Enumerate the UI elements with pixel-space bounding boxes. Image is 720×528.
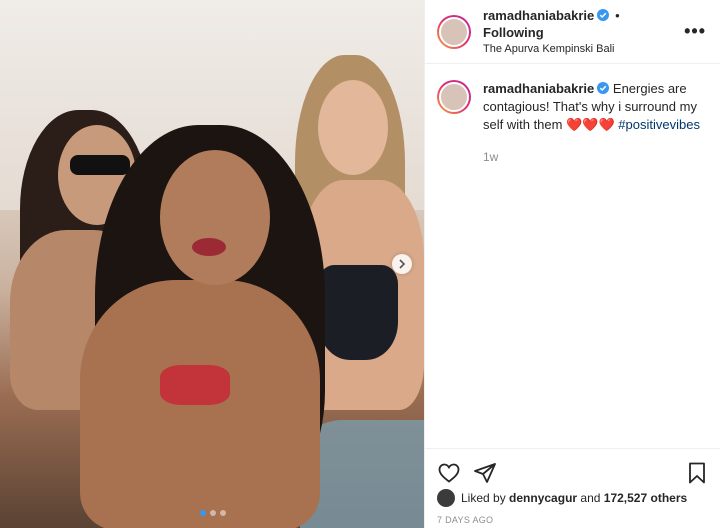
likes-joiner: and xyxy=(580,491,601,505)
post-footer: Liked by dennycagur and 172,527 others 7… xyxy=(425,448,720,528)
location-link[interactable]: The Apurva Kempinski Bali xyxy=(483,41,684,57)
avatar[interactable] xyxy=(437,489,455,507)
likes-row: Liked by dennycagur and 172,527 others xyxy=(425,489,720,507)
more-options-button[interactable]: ••• xyxy=(684,21,706,42)
action-bar xyxy=(425,449,720,489)
carousel-dot xyxy=(200,510,206,516)
post-timestamp[interactable]: 7 DAYS AGO xyxy=(425,507,720,525)
liker-username[interactable]: dennycagur xyxy=(509,491,577,505)
post-header: ramadhaniabakrie • Following The Apurva … xyxy=(425,0,720,64)
hashtag-link[interactable]: #positivevibes xyxy=(618,117,700,132)
post-photo[interactable] xyxy=(0,0,424,528)
separator: • xyxy=(615,7,620,23)
username-link[interactable]: ramadhaniabakrie xyxy=(483,8,594,23)
heart-emoji: ❤️❤️❤️ xyxy=(566,117,615,132)
caption: ramadhaniabakrie Energies are contagious… xyxy=(425,64,720,166)
caption-username[interactable]: ramadhaniabakrie xyxy=(483,81,594,96)
carousel-dot xyxy=(210,510,216,516)
likes-count[interactable]: 172,527 others xyxy=(604,491,687,505)
following-button[interactable]: Following xyxy=(483,25,544,40)
avatar[interactable] xyxy=(437,80,471,114)
heart-icon[interactable] xyxy=(437,461,461,485)
likes-prefix: Liked by xyxy=(461,491,506,505)
bookmark-icon[interactable] xyxy=(685,461,709,485)
post-sidebar: ramadhaniabakrie • Following The Apurva … xyxy=(424,0,720,528)
verified-badge-icon xyxy=(597,8,610,21)
verified-badge-icon xyxy=(597,82,610,94)
carousel-dot xyxy=(220,510,226,516)
chevron-right-icon xyxy=(399,259,406,269)
carousel-next-button[interactable] xyxy=(392,254,412,274)
avatar[interactable] xyxy=(437,14,471,49)
send-icon[interactable] xyxy=(473,461,497,485)
caption-time: 1w xyxy=(483,150,499,164)
carousel-dots xyxy=(200,510,226,516)
